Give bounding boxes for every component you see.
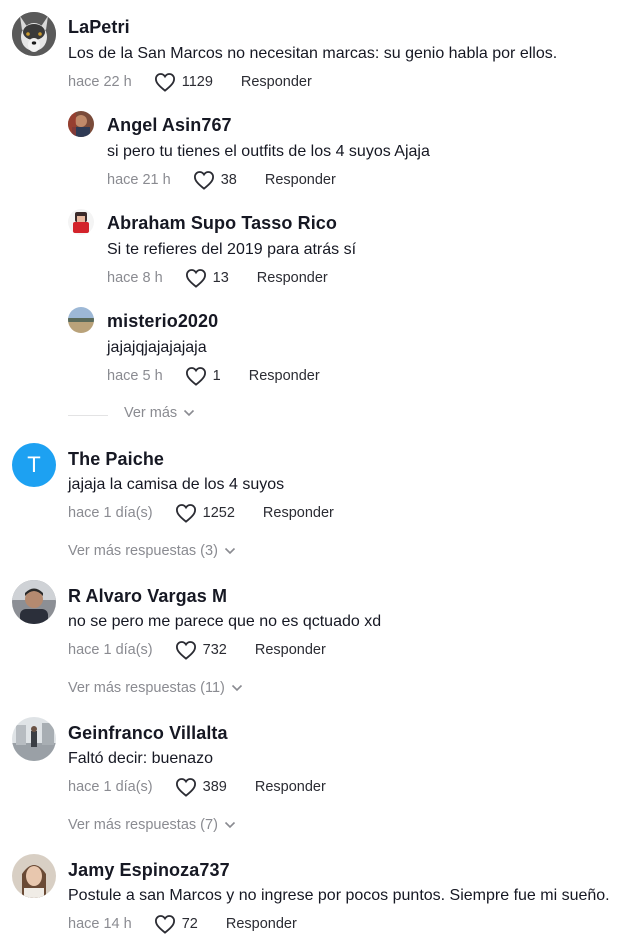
- avatar[interactable]: [12, 854, 56, 898]
- comment-text: jajaja la camisa de los 4 suyos: [68, 476, 285, 493]
- heart-icon: [185, 269, 206, 288]
- comment-time: hace 1 día(s): [68, 642, 153, 658]
- view-more-label: Ver más: [124, 405, 178, 421]
- view-more-label: Ver más respuestas (7): [68, 817, 218, 833]
- comment-meta: hace 8 h 13 Responder: [107, 268, 328, 288]
- divider: [68, 415, 108, 416]
- like-button[interactable]: 72: [154, 914, 198, 934]
- like-count: 1129: [181, 74, 213, 90]
- comment-author[interactable]: misterio2020: [107, 311, 218, 332]
- like-count: 1: [212, 368, 221, 384]
- comment-author[interactable]: The Paiche: [68, 449, 164, 470]
- avatar[interactable]: [12, 12, 56, 56]
- comment-meta: hace 22 h 1129 Responder: [68, 72, 312, 92]
- heart-icon: [175, 778, 196, 797]
- like-button[interactable]: 1129: [154, 72, 213, 92]
- reply-button[interactable]: Responder: [265, 172, 336, 188]
- like-count: 13: [212, 270, 229, 286]
- comment-time: hace 14 h: [68, 916, 132, 932]
- reply-button[interactable]: Responder: [255, 642, 326, 658]
- view-more-replies-button[interactable]: Ver más respuestas (3): [68, 543, 236, 559]
- landscape-avatar-icon: [68, 307, 94, 333]
- comment-meta: hace 1 día(s) 732 Responder: [68, 640, 326, 660]
- comment-text: Faltó decir: buenazo: [68, 750, 213, 767]
- like-button[interactable]: 1252: [175, 503, 235, 523]
- like-count: 389: [202, 779, 227, 795]
- wolf-avatar-icon: [12, 12, 56, 56]
- like-count: 38: [220, 172, 237, 188]
- comment-text: no se pero me parece que no es qctuado x…: [68, 613, 382, 630]
- street-photo-avatar-icon: [12, 717, 56, 761]
- heart-icon: [154, 73, 175, 92]
- view-more-replies-button[interactable]: Ver más respuestas (11): [68, 680, 243, 696]
- comment-meta: hace 1 día(s) 389 Responder: [68, 777, 326, 797]
- avatar[interactable]: [68, 209, 94, 235]
- red-character-avatar-icon: [68, 209, 94, 235]
- chevron-down-icon: [231, 684, 243, 692]
- photo-avatar-icon: [68, 111, 94, 137]
- avatar[interactable]: [68, 111, 94, 137]
- heart-icon: [185, 367, 206, 386]
- comment-author[interactable]: Angel Asin767: [107, 115, 232, 136]
- like-count: 72: [181, 916, 198, 932]
- comment-author[interactable]: Abraham Supo Tasso Rico: [107, 213, 337, 234]
- like-button[interactable]: 389: [175, 777, 227, 797]
- comment-author[interactable]: LaPetri: [68, 17, 130, 38]
- comment-author[interactable]: R Alvaro Vargas M: [68, 586, 227, 607]
- avatar[interactable]: T: [12, 443, 56, 487]
- comment-meta: hace 21 h 38 Responder: [107, 170, 336, 190]
- chevron-down-icon: [224, 821, 236, 829]
- comment-meta: hace 14 h 72 Responder: [68, 914, 297, 934]
- heart-icon: [175, 504, 196, 523]
- view-more-replies-button[interactable]: Ver más respuestas (7): [68, 817, 236, 833]
- comment-author[interactable]: Geinfranco Villalta: [68, 723, 228, 744]
- avatar-letter: T: [27, 452, 41, 477]
- comment-author[interactable]: Jamy Espinoza737: [68, 860, 230, 881]
- reply-button[interactable]: Responder: [263, 505, 334, 521]
- like-button[interactable]: 732: [175, 640, 227, 660]
- comment-text: Los de la San Marcos no necesitan marcas…: [68, 45, 558, 62]
- comment-time: hace 8 h: [107, 270, 163, 286]
- chevron-down-icon: [224, 547, 236, 555]
- reply-button[interactable]: Responder: [249, 368, 320, 384]
- comment-time: hace 5 h: [107, 368, 163, 384]
- comment-time: hace 1 día(s): [68, 505, 153, 521]
- like-button[interactable]: 13: [185, 268, 229, 288]
- chevron-down-icon: [183, 409, 195, 417]
- person-avatar-icon: [12, 580, 56, 624]
- comment-time: hace 1 día(s): [68, 779, 153, 795]
- avatar[interactable]: [12, 580, 56, 624]
- comment-meta: hace 5 h 1 Responder: [107, 366, 320, 386]
- comment-meta: hace 1 día(s) 1252 Responder: [68, 503, 334, 523]
- comment-time: hace 22 h: [68, 74, 132, 90]
- comment-text: Si te refieres del 2019 para atrás sí: [107, 241, 357, 258]
- comment-text: jajajqjajajajaja: [107, 339, 207, 356]
- like-button[interactable]: 1: [185, 366, 221, 386]
- like-count: 1252: [202, 505, 235, 521]
- heart-icon: [154, 915, 175, 934]
- comment-time: hace 21 h: [107, 172, 171, 188]
- view-more-label: Ver más respuestas (3): [68, 543, 218, 559]
- comment-text: si pero tu tienes el outfits de los 4 su…: [107, 143, 430, 160]
- heart-icon: [193, 171, 214, 190]
- reply-button[interactable]: Responder: [241, 74, 312, 90]
- like-count: 732: [202, 642, 227, 658]
- reply-button[interactable]: Responder: [257, 270, 328, 286]
- avatar[interactable]: [12, 717, 56, 761]
- view-more-label: Ver más respuestas (11): [68, 680, 225, 696]
- comment-text: Postule a san Marcos y no ingrese por po…: [68, 887, 610, 904]
- heart-icon: [175, 641, 196, 660]
- reply-button[interactable]: Responder: [226, 916, 297, 932]
- person-avatar-icon: [12, 854, 56, 898]
- view-more-replies-button[interactable]: Ver más: [124, 405, 195, 421]
- like-button[interactable]: 38: [193, 170, 237, 190]
- reply-button[interactable]: Responder: [255, 779, 326, 795]
- avatar[interactable]: [68, 307, 94, 333]
